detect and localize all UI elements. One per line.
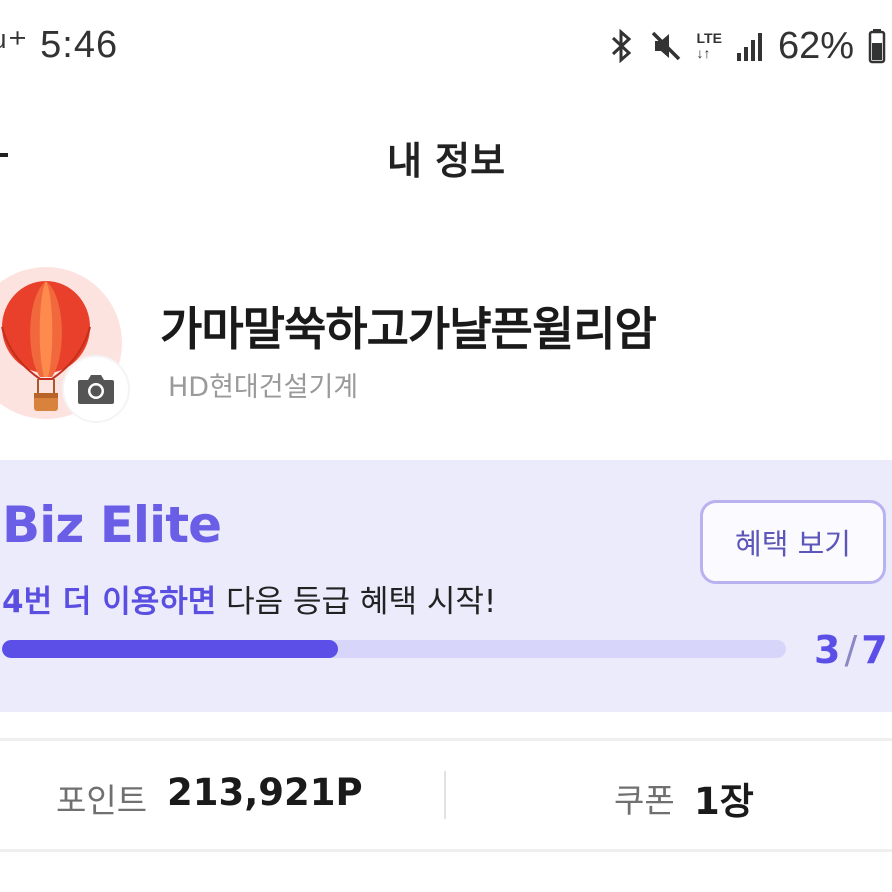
grade-message: 4번 더 이용하면 다음 등급 혜택 시작! bbox=[2, 576, 496, 621]
grade-progress-fill bbox=[2, 640, 338, 658]
stats-separator bbox=[444, 771, 446, 819]
status-time: ᵘ⁺ 5:46 bbox=[0, 24, 119, 66]
battery-percentage: 62% bbox=[777, 24, 854, 67]
view-benefits-button[interactable]: 혜택 보기 bbox=[700, 500, 886, 584]
camera-button[interactable] bbox=[64, 357, 128, 421]
grade-title: Biz Elite bbox=[2, 496, 222, 554]
points-label[interactable]: 포인트 bbox=[56, 774, 147, 822]
points-value[interactable]: 213,921P bbox=[167, 771, 363, 814]
coupon-label[interactable]: 쿠폰 bbox=[614, 774, 675, 822]
lte-icon: LTE ↓↑ bbox=[697, 31, 722, 61]
grade-progress-bar bbox=[2, 640, 786, 658]
mute-icon bbox=[649, 29, 683, 63]
progress-count: 3/7 bbox=[814, 628, 888, 672]
grade-message-rest: 다음 등급 혜택 시작! bbox=[216, 584, 497, 620]
stats-row: 포인트 213,921P 쿠폰 1장 bbox=[0, 741, 892, 849]
bluetooth-icon bbox=[609, 29, 635, 63]
progress-separator: / bbox=[844, 628, 858, 672]
battery-icon bbox=[868, 28, 886, 64]
lte-label: LTE bbox=[696, 30, 722, 46]
signal-icon bbox=[736, 29, 764, 63]
grade-card: Biz Elite 혜택 보기 4번 더 이용하면 다음 등급 혜택 시작! 3… bbox=[0, 460, 892, 712]
company-name: HD현대건설기계 bbox=[168, 372, 359, 403]
progress-current: 3 bbox=[814, 628, 841, 672]
user-name: 가마말쑥하고가냘픈윌리암 bbox=[160, 302, 657, 356]
status-bar: ᵘ⁺ 5:46 LTE ↓↑ 62% bbox=[0, 0, 892, 92]
progress-total: 7 bbox=[861, 628, 888, 672]
grade-message-highlight: 4번 더 이용하면 bbox=[2, 584, 217, 620]
lte-arrows-icon: ↓↑ bbox=[696, 45, 711, 61]
profile-section[interactable]: 가마말쑥하고가냘픈윌리암 HD현대건설기계 bbox=[0, 255, 892, 445]
status-icons: LTE ↓↑ 62% bbox=[609, 22, 886, 70]
page-title: 내 정보 bbox=[386, 139, 506, 183]
app-bar: 내 정보 bbox=[0, 100, 892, 210]
divider bbox=[0, 849, 892, 852]
camera-icon bbox=[78, 375, 114, 404]
coupon-value[interactable]: 1장 bbox=[694, 771, 754, 825]
